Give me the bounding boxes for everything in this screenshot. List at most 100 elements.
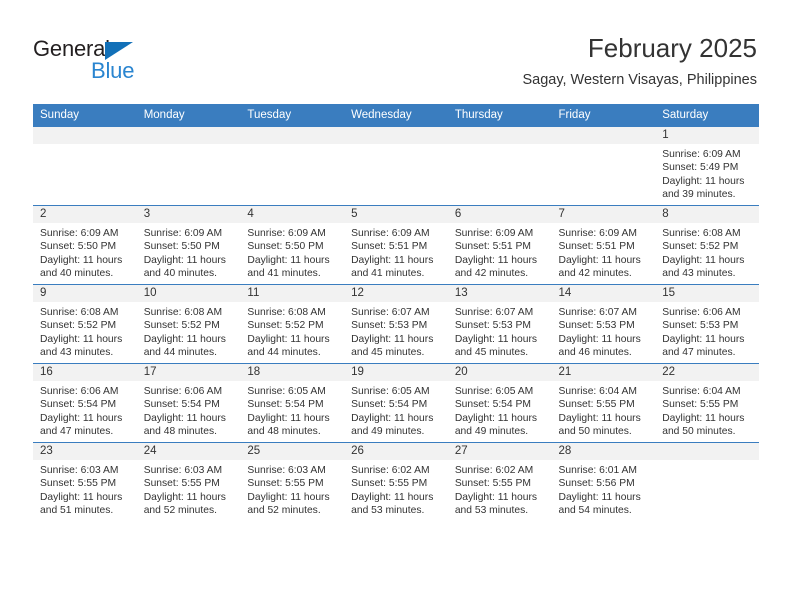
day-info: Sunrise: 6:03 AM Sunset: 5:55 PM Daylight:… <box>137 460 241 517</box>
daylight-text-line1: Daylight: 11 hours <box>40 254 123 266</box>
calendar-day-cell[interactable]: 25 Sunrise: 6:03 AM Sunset: 5:55 PM Dayligh… <box>240 442 345 521</box>
calendar-day-cell[interactable]: 14 Sunrise: 6:07 AM Sunset: 5:53 PM Dayligh… <box>551 284 656 364</box>
calendar-day-cell[interactable]: 18 Sunrise: 6:05 AM Sunset: 5:54 PM Dayligh… <box>240 363 345 443</box>
calendar-day-cell[interactable]: 12 Sunrise: 6:07 AM Sunset: 5:53 PM Dayligh… <box>344 284 448 364</box>
sunrise-text: Sunrise: 6:09 AM <box>454 228 534 239</box>
calendar-day-cell[interactable]: 10 Sunrise: 6:08 AM Sunset: 5:52 PM Dayligh… <box>136 284 241 364</box>
page-header: General Blue February 2025 Sagay, Wester… <box>0 0 792 104</box>
daylight-text-line2: and 42 minutes. <box>558 267 632 279</box>
daylight-text-line1: Daylight: 11 hours <box>454 491 538 503</box>
sunrise-text: Sunrise: 6:05 AM <box>454 386 534 397</box>
day-info: Sunrise: 6:01 AM Sunset: 5:56 PM Daylight:… <box>552 460 656 517</box>
day-cell-inner: 7 Sunrise: 6:09 AM Sunset: 5:51 PM Daylight… <box>551 206 656 284</box>
calendar-day-cell[interactable] <box>447 126 552 206</box>
calendar-day-cell[interactable]: 5 Sunrise: 6:09 AM Sunset: 5:51 PM Daylight… <box>344 205 448 285</box>
calendar-day-cell[interactable]: 2 Sunrise: 6:09 AM Sunset: 5:50 PM Daylight… <box>33 205 137 285</box>
day-cell-inner <box>240 127 345 205</box>
day-cell-inner: 13 Sunrise: 6:07 AM Sunset: 5:53 PM Dayligh… <box>447 285 552 363</box>
calendar-day-cell[interactable] <box>344 126 448 206</box>
daylight-text-line1: Daylight: 11 hours <box>454 412 538 424</box>
calendar-day-cell[interactable]: 28 Sunrise: 6:01 AM Sunset: 5:56 PM Dayligh… <box>551 442 656 521</box>
daylight-text-line1: Daylight: 11 hours <box>662 333 745 345</box>
sunrise-text: Sunrise: 6:07 AM <box>558 307 637 318</box>
calendar-day-cell[interactable] <box>655 442 759 521</box>
sunset-text: Sunset: 5:55 PM <box>40 478 117 490</box>
sunset-text: Sunset: 5:51 PM <box>454 241 531 253</box>
day-info: Sunrise: 6:09 AM Sunset: 5:51 PM Daylight:… <box>448 223 552 280</box>
calendar-day-cell[interactable]: 13 Sunrise: 6:07 AM Sunset: 5:53 PM Dayligh… <box>447 284 552 364</box>
calendar-day-cell[interactable] <box>33 126 137 206</box>
day-number <box>240 127 345 144</box>
day-number: 6 <box>447 206 552 223</box>
calendar-week-row: 23 Sunrise: 6:03 AM Sunset: 5:55 PM Dayligh… <box>33 442 759 521</box>
day-info: Sunrise: 6:09 AM Sunset: 5:50 PM Daylight:… <box>33 223 137 280</box>
sunset-text: Sunset: 5:51 PM <box>351 241 428 253</box>
sunrise-text: Sunrise: 6:09 AM <box>558 228 637 239</box>
daylight-text-line2: and 48 minutes. <box>143 425 217 437</box>
sunset-text: Sunset: 5:55 PM <box>143 478 220 490</box>
calendar-day-cell[interactable]: 1 Sunrise: 6:09 AM Sunset: 5:49 PM Daylight… <box>655 126 759 206</box>
day-number: 25 <box>240 443 345 460</box>
calendar-day-cell[interactable]: 17 Sunrise: 6:06 AM Sunset: 5:54 PM Dayligh… <box>136 363 241 443</box>
calendar-day-cell[interactable]: 3 Sunrise: 6:09 AM Sunset: 5:50 PM Daylight… <box>136 205 241 285</box>
calendar-day-cell[interactable]: 16 Sunrise: 6:06 AM Sunset: 5:54 PM Dayligh… <box>33 363 137 443</box>
day-info: Sunrise: 6:06 AM Sunset: 5:53 PM Daylight:… <box>655 302 759 359</box>
daylight-text-line2: and 44 minutes. <box>143 346 217 358</box>
sunrise-text: Sunrise: 6:03 AM <box>143 465 223 476</box>
calendar-day-cell[interactable]: 20 Sunrise: 6:05 AM Sunset: 5:54 PM Dayligh… <box>447 363 552 443</box>
day-info: Sunrise: 6:09 AM Sunset: 5:50 PM Daylight:… <box>240 223 344 280</box>
sunrise-text: Sunrise: 6:04 AM <box>662 386 741 397</box>
daylight-text-line1: Daylight: 11 hours <box>558 491 641 503</box>
day-number: 26 <box>344 443 448 460</box>
day-number <box>136 127 241 144</box>
day-cell-inner: 22 Sunrise: 6:04 AM Sunset: 5:55 PM Dayligh… <box>655 364 759 442</box>
day-info: Sunrise: 6:04 AM Sunset: 5:55 PM Daylight:… <box>655 381 759 438</box>
day-number: 21 <box>551 364 656 381</box>
calendar-day-cell[interactable]: 19 Sunrise: 6:05 AM Sunset: 5:54 PM Dayligh… <box>344 363 448 443</box>
calendar-day-cell[interactable]: 7 Sunrise: 6:09 AM Sunset: 5:51 PM Daylight… <box>551 205 656 285</box>
day-cell-inner: 6 Sunrise: 6:09 AM Sunset: 5:51 PM Daylight… <box>447 206 552 284</box>
calendar-week-row: 1 Sunrise: 6:09 AM Sunset: 5:49 PM Daylight… <box>33 126 759 206</box>
calendar-day-cell[interactable] <box>551 126 656 206</box>
calendar-day-cell[interactable]: 6 Sunrise: 6:09 AM Sunset: 5:51 PM Daylight… <box>447 205 552 285</box>
daylight-text-line1: Daylight: 11 hours <box>247 412 330 424</box>
day-cell-inner: 9 Sunrise: 6:08 AM Sunset: 5:52 PM Daylight… <box>33 285 137 363</box>
day-cell-inner: 18 Sunrise: 6:05 AM Sunset: 5:54 PM Dayligh… <box>240 364 345 442</box>
calendar-day-cell[interactable]: 11 Sunrise: 6:08 AM Sunset: 5:52 PM Dayligh… <box>240 284 345 364</box>
calendar-day-cell[interactable]: 21 Sunrise: 6:04 AM Sunset: 5:55 PM Dayligh… <box>551 363 656 443</box>
sunrise-text: Sunrise: 6:09 AM <box>40 228 119 239</box>
weekday-header-thursday: Thursday <box>447 104 552 127</box>
daylight-text-line2: and 50 minutes. <box>662 425 736 437</box>
location-subtitle: Sagay, Western Visayas, Philippines <box>522 72 757 88</box>
calendar-day-cell[interactable]: 23 Sunrise: 6:03 AM Sunset: 5:55 PM Dayligh… <box>33 442 137 521</box>
calendar-day-cell[interactable]: 4 Sunrise: 6:09 AM Sunset: 5:50 PM Daylight… <box>240 205 345 285</box>
day-number <box>344 127 448 144</box>
logo-text-blue: Blue <box>91 58 135 83</box>
calendar-day-cell[interactable]: 24 Sunrise: 6:03 AM Sunset: 5:55 PM Dayligh… <box>136 442 241 521</box>
sunrise-sunset-calendar-table: Sunday Monday Tuesday Wednesday Thursday… <box>33 104 759 521</box>
calendar-day-cell[interactable] <box>240 126 345 206</box>
sunset-text: Sunset: 5:53 PM <box>454 320 531 332</box>
day-number: 16 <box>33 364 137 381</box>
sunset-text: Sunset: 5:52 PM <box>40 320 117 332</box>
calendar-day-cell[interactable]: 22 Sunrise: 6:04 AM Sunset: 5:55 PM Dayligh… <box>655 363 759 443</box>
calendar-day-cell[interactable]: 27 Sunrise: 6:02 AM Sunset: 5:55 PM Dayligh… <box>447 442 552 521</box>
day-number: 24 <box>136 443 241 460</box>
calendar-day-cell[interactable]: 15 Sunrise: 6:06 AM Sunset: 5:53 PM Dayligh… <box>655 284 759 364</box>
day-cell-inner: 24 Sunrise: 6:03 AM Sunset: 5:55 PM Dayligh… <box>136 443 241 521</box>
sunset-text: Sunset: 5:54 PM <box>143 399 220 411</box>
day-number: 9 <box>33 285 137 302</box>
daylight-text-line2: and 40 minutes. <box>143 267 217 279</box>
daylight-text-line2: and 43 minutes. <box>40 346 114 358</box>
day-cell-inner: 19 Sunrise: 6:05 AM Sunset: 5:54 PM Dayligh… <box>344 364 448 442</box>
day-cell-inner <box>136 127 241 205</box>
general-blue-logo[interactable]: General Blue <box>33 37 263 87</box>
daylight-text-line2: and 40 minutes. <box>40 267 114 279</box>
calendar-day-cell[interactable]: 9 Sunrise: 6:08 AM Sunset: 5:52 PM Daylight… <box>33 284 137 364</box>
calendar-day-cell[interactable]: 26 Sunrise: 6:02 AM Sunset: 5:55 PM Dayligh… <box>344 442 448 521</box>
day-cell-inner <box>33 127 137 205</box>
calendar-day-cell[interactable]: 8 Sunrise: 6:08 AM Sunset: 5:52 PM Daylight… <box>655 205 759 285</box>
day-number: 7 <box>551 206 656 223</box>
daylight-text-line1: Daylight: 11 hours <box>454 333 538 345</box>
calendar-day-cell[interactable] <box>136 126 241 206</box>
